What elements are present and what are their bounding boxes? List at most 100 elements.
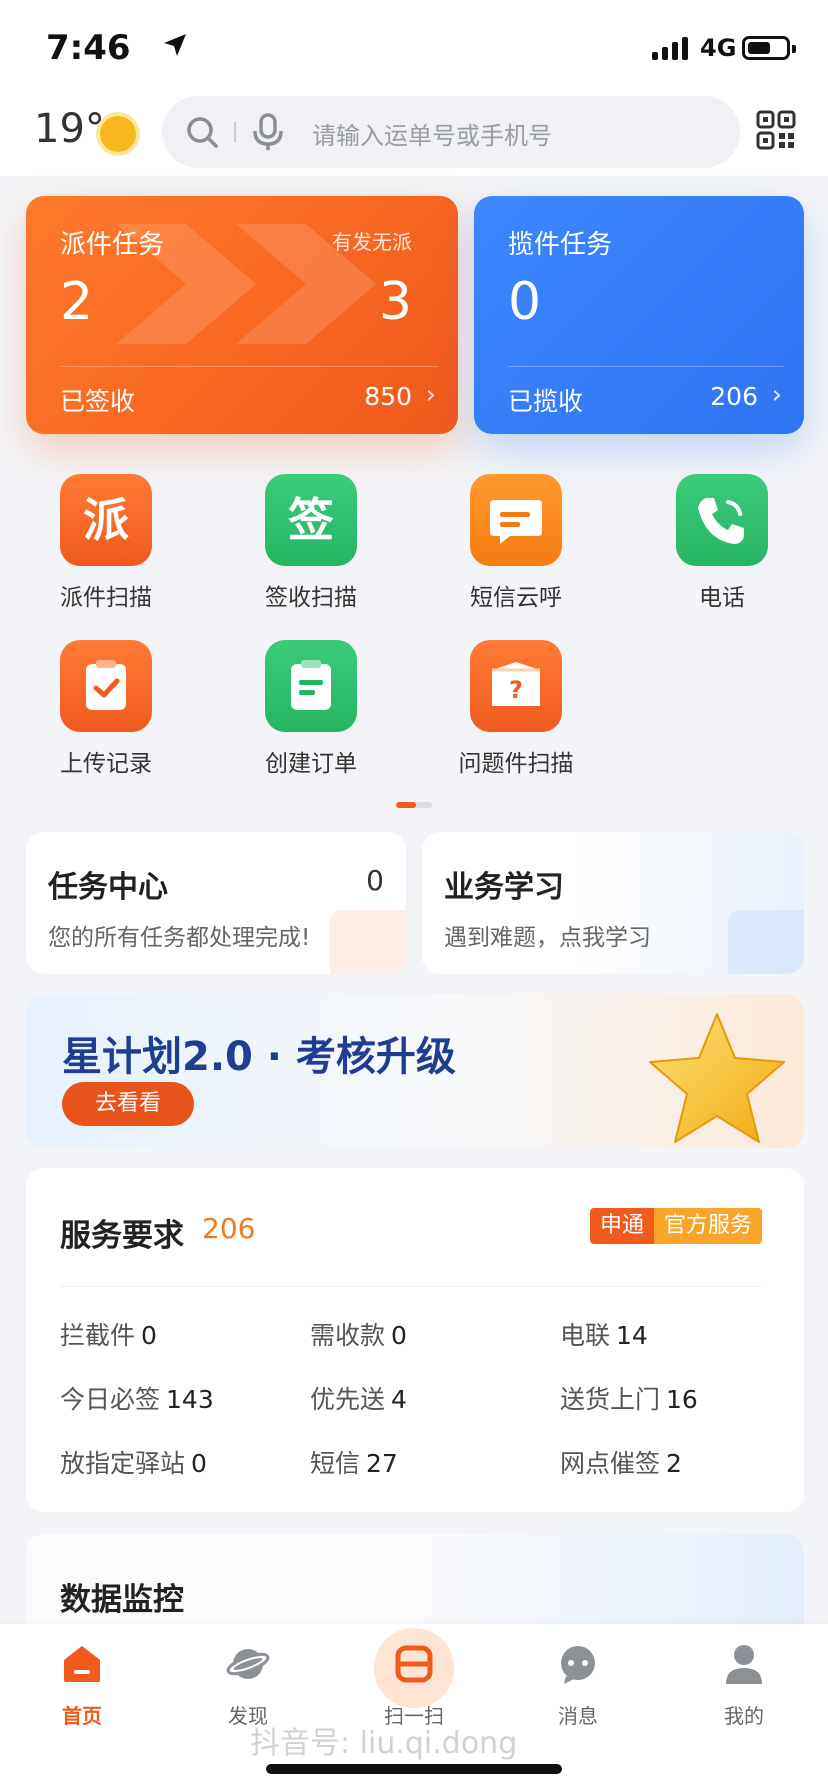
quick-action-label: 签收扫描 [265, 585, 357, 611]
problem-scan-icon: ? [470, 640, 562, 732]
dispatch-task-card[interactable]: 派件任务 有发无派 2 3 已签收 850 › [26, 196, 458, 434]
discover-icon [226, 1649, 270, 1679]
message-icon [561, 1646, 595, 1684]
tab-scan[interactable]: 扫一扫 [354, 1642, 474, 1729]
study-desc: 遇到难题，点我学习 [444, 925, 651, 951]
page-indicator [396, 802, 432, 808]
quick-action-upload-record[interactable]: 上传记录 [26, 640, 186, 778]
card-divider [508, 366, 784, 367]
dispatch-card-subtitle: 有发无派 [332, 230, 412, 254]
search-bar[interactable]: 请输入运单号或手机号 [162, 96, 740, 168]
search-input[interactable]: 请输入运单号或手机号 [312, 116, 552, 151]
dispatch-card-title: 派件任务 [60, 230, 165, 260]
signed-label: 已签收 [60, 387, 136, 416]
service-count: 206 [202, 1212, 256, 1245]
upload-record-icon [60, 640, 152, 732]
chevron-right-icon: › [771, 380, 782, 410]
network-type: 4G [700, 34, 737, 62]
dispatch-count: 2 [60, 272, 94, 332]
quick-action-label: 短信云呼 [470, 585, 562, 611]
quick-action-sms-call[interactable]: 短信云呼 [436, 474, 596, 612]
battery-icon [742, 36, 796, 60]
search-separator [234, 122, 236, 142]
header: 19° 请输入运单号或手机号 [0, 96, 828, 176]
service-metric[interactable]: 需收款 0 [310, 1316, 407, 1352]
book-icon [728, 910, 804, 974]
quick-action-label: 创建订单 [265, 751, 357, 777]
official-service-badge: 申通 官方服务 [589, 1208, 762, 1244]
quick-action-phone[interactable]: 电话 [642, 474, 802, 612]
service-metric[interactable]: 今日必签 143 [60, 1380, 214, 1416]
service-metric[interactable]: 送货上门 16 [560, 1380, 698, 1416]
star-icon [649, 1013, 785, 1143]
phone-icon [676, 474, 768, 566]
service-metric[interactable]: 优先送 4 [310, 1380, 407, 1416]
sms-icon [470, 474, 562, 566]
microphone-icon[interactable] [250, 112, 286, 152]
service-metric[interactable]: 网点催签 2 [560, 1444, 682, 1480]
sun-icon [100, 116, 136, 152]
promo-banner[interactable]: 星计划2.0 · 考核升级 去看看 [26, 994, 804, 1148]
sign-scan-icon: 签 [265, 474, 357, 566]
task-center-card[interactable]: 任务中心 0 您的所有任务都处理完成! [26, 832, 406, 974]
task-center-title: 任务中心 [48, 870, 168, 905]
service-metric[interactable]: 拦截件 0 [60, 1316, 157, 1352]
watermark: 抖音号: liu.qi.dong [250, 1726, 518, 1761]
status-bar: 7:46 4G [0, 0, 828, 96]
pickup-task-card[interactable]: 揽件任务 0 已揽收 206 › [474, 196, 804, 434]
home-indicator [266, 1764, 562, 1774]
tab-profile[interactable]: 我的 [684, 1642, 804, 1729]
signal-icon [652, 36, 688, 60]
service-metric[interactable]: 短信 27 [310, 1444, 398, 1480]
svg-text:?: ? [509, 676, 523, 704]
scan-icon [395, 1645, 433, 1683]
service-metric[interactable]: 电联 14 [560, 1316, 648, 1352]
service-title: 服务要求 [60, 1218, 184, 1254]
status-time: 7:46 [46, 28, 131, 68]
study-card[interactable]: 业务学习 遇到难题，点我学习 [422, 832, 804, 974]
signed-count: 850 [364, 382, 412, 411]
quick-action-label: 电话 [699, 585, 745, 611]
monitor-title: 数据监控 [60, 1582, 184, 1618]
banner-button[interactable]: 去看看 [62, 1082, 194, 1126]
tab-discover[interactable]: 发现 [188, 1642, 308, 1729]
home-icon [64, 1646, 100, 1682]
search-icon [187, 117, 218, 148]
qr-code-icon[interactable] [756, 110, 796, 150]
tab-label: 消息 [558, 1704, 598, 1728]
divider [60, 1286, 762, 1287]
pickup-card-title: 揽件任务 [508, 230, 613, 260]
official-tag: 官方服务 [653, 1208, 762, 1244]
service-metric[interactable]: 放指定驿站 0 [60, 1444, 207, 1480]
pickup-count: 0 [508, 272, 542, 332]
dispatch-scan-icon: 派 [60, 474, 152, 566]
task-center-count: 0 [366, 864, 384, 897]
chevron-right-icon: › [425, 380, 436, 410]
app-page: 7:46 4G 19° 请输入运单号或手机号 派件任务 有发无派 2 3 已签收… [0, 0, 828, 1792]
temperature: 19° [34, 106, 105, 152]
tab-home[interactable]: 首页 [22, 1642, 142, 1729]
quick-action-dispatch-scan[interactable]: 派 派件扫描 [26, 474, 186, 612]
profile-icon [726, 1645, 762, 1684]
card-divider [60, 366, 438, 367]
quick-action-sign-scan[interactable]: 签 签收扫描 [231, 474, 391, 612]
location-arrow-icon [164, 34, 186, 56]
tab-label: 首页 [62, 1704, 102, 1728]
quick-action-label: 问题件扫描 [458, 751, 574, 777]
quick-action-problem-scan[interactable]: ? 问题件扫描 [436, 640, 596, 778]
tab-messages[interactable]: 消息 [518, 1642, 638, 1729]
service-requirements-card: 服务要求 206 申通 官方服务 拦截件 0 需收款 0 电联 14 今日必签 143 优… [26, 1168, 804, 1512]
quick-action-label: 派件扫描 [60, 585, 152, 611]
task-center-desc: 您的所有任务都处理完成! [48, 925, 311, 951]
checklist-icon [330, 910, 406, 974]
brand-tag: 申通 [589, 1208, 654, 1244]
create-order-icon [265, 640, 357, 732]
study-title: 业务学习 [444, 870, 564, 905]
quick-action-create-order[interactable]: 创建订单 [231, 640, 391, 778]
tab-label: 我的 [724, 1704, 764, 1728]
picked-up-count: 206 [710, 382, 758, 411]
sent-not-dispatched-count[interactable]: 3 [379, 272, 412, 332]
quick-action-label: 上传记录 [60, 751, 152, 777]
picked-up-label: 已揽收 [508, 387, 584, 416]
banner-title: 星计划2.0 · 考核升级 [62, 1034, 456, 1080]
